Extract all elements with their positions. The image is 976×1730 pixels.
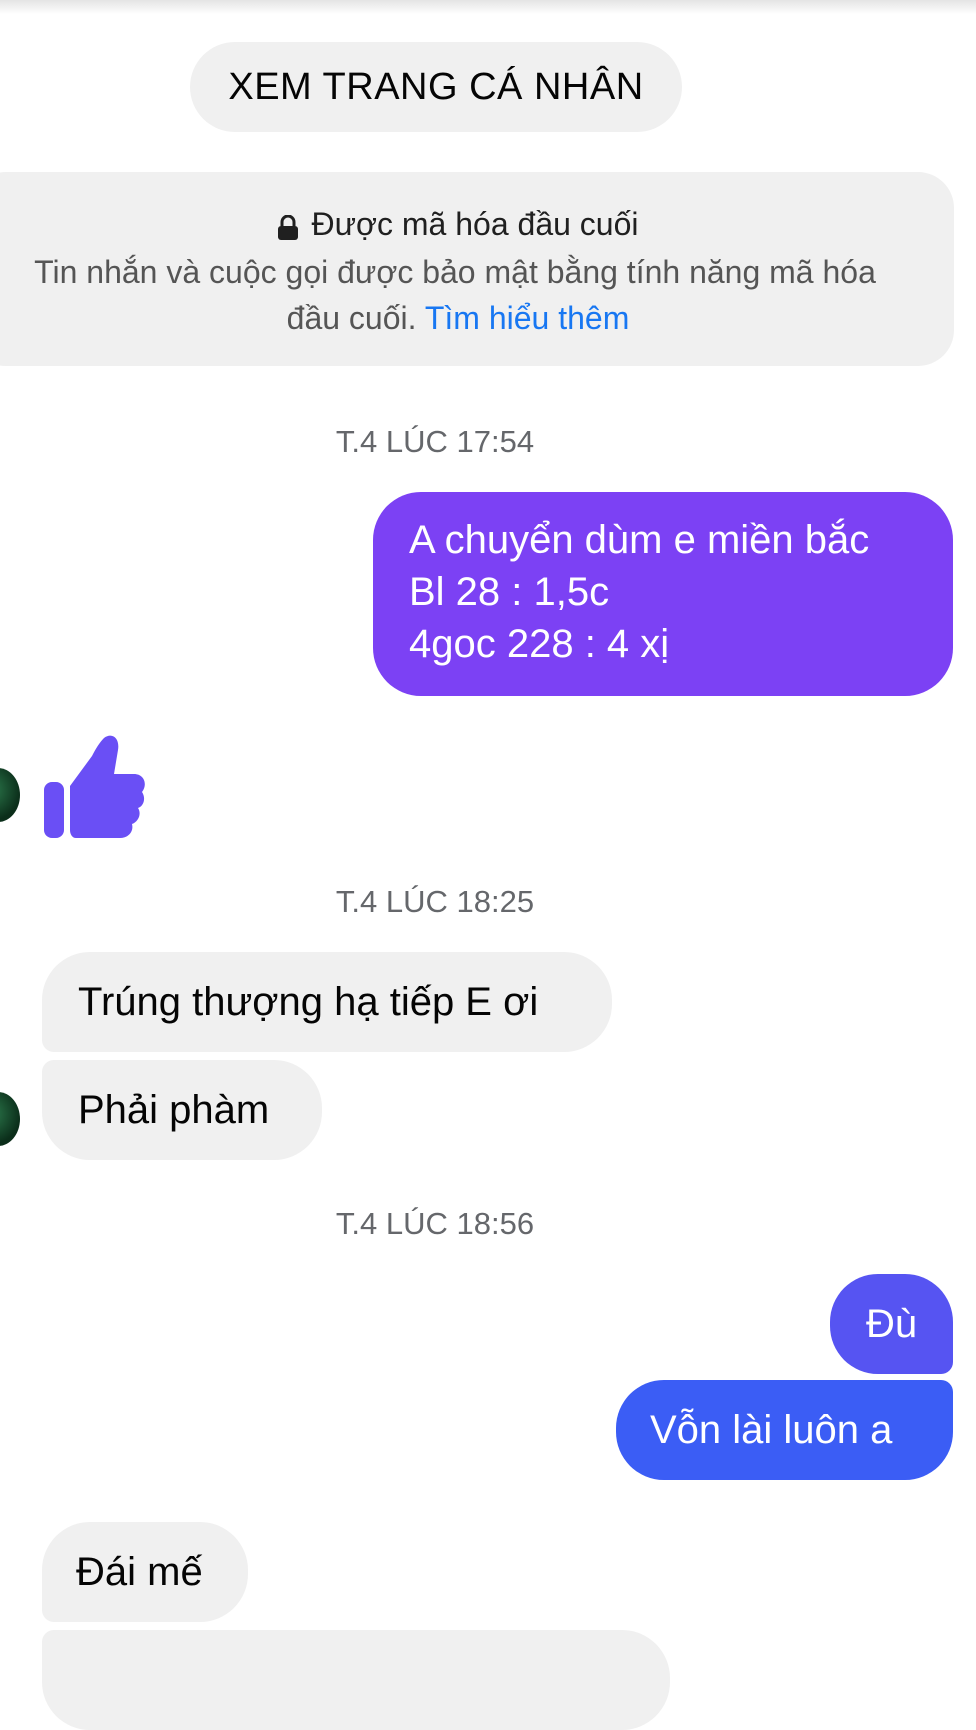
outgoing-message[interactable]: Vỗn lài luôn a <box>616 1380 953 1480</box>
message-line: A chuyển dùm e miền bắc <box>409 518 870 562</box>
message-timestamp: T.4 LÚC 17:54 <box>335 424 535 459</box>
encryption-description: Tin nhắn và cuộc gọi được bảo mật bằng t… <box>34 254 876 290</box>
incoming-message[interactable]: Đái mế <box>42 1522 248 1622</box>
message-text: Đái mế <box>76 1550 203 1594</box>
message-text: Đù <box>866 1302 918 1346</box>
message-line: Bl 28 : 1,5c <box>409 570 610 614</box>
message-text: Vỗn lài luôn a <box>650 1408 893 1452</box>
message-timestamp: T.4 LÚC 18:25 <box>335 884 535 919</box>
incoming-message[interactable]: Trúng thượng hạ tiếp E ơi <box>42 952 612 1052</box>
learn-more-link[interactable]: Tìm hiểu thêm <box>425 300 630 336</box>
message-text: Phải phàm <box>78 1088 270 1132</box>
thumbs-up-icon[interactable] <box>42 734 146 840</box>
message-timestamp: T.4 LÚC 18:56 <box>335 1206 535 1241</box>
outgoing-message[interactable]: A chuyển dùm e miền bắc Bl 28 : 1,5c 4go… <box>373 492 953 696</box>
message-text: Trúng thượng hạ tiếp E ơi <box>78 980 539 1024</box>
message-line: 4goc 228 : 4 xị <box>409 622 670 666</box>
contact-avatar[interactable] <box>0 768 20 822</box>
lock-icon <box>277 212 299 240</box>
incoming-message[interactable]: Phải phàm <box>42 1060 322 1160</box>
view-profile-button[interactable]: XEM TRANG CÁ NHÂN <box>190 42 682 132</box>
encryption-title: Được mã hóa đầu cuối <box>0 206 916 243</box>
incoming-message-partial[interactable] <box>42 1630 670 1730</box>
encryption-description-cont: đầu cuối. Tìm hiểu thêm <box>0 300 916 337</box>
encryption-title-text: Được mã hóa đầu cuối <box>311 206 639 242</box>
encryption-description-end: đầu cuối. <box>286 300 417 336</box>
outgoing-message[interactable]: Đù <box>830 1274 953 1374</box>
top-bar-shadow <box>0 0 976 14</box>
contact-avatar[interactable] <box>0 1092 20 1146</box>
